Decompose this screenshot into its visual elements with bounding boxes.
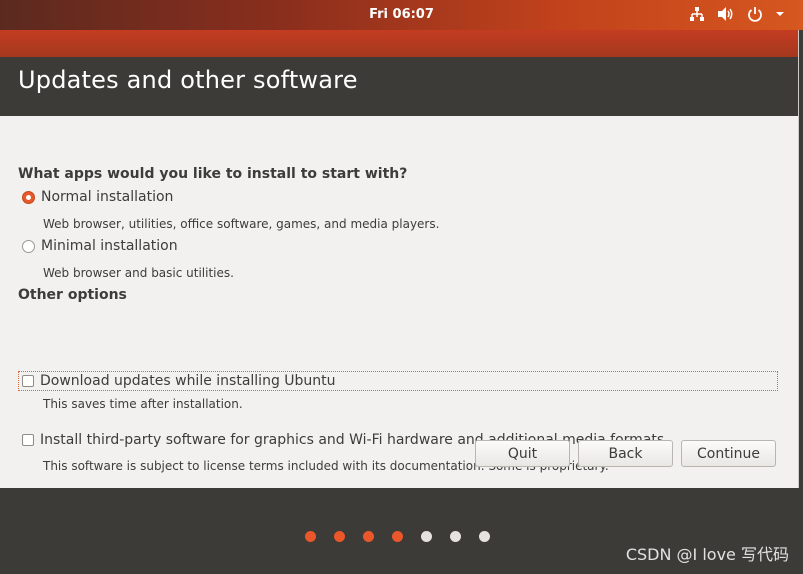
download-updates-checkbox[interactable] <box>22 375 34 387</box>
progress-indicator <box>305 531 490 542</box>
chevron-down-icon[interactable] <box>775 10 785 18</box>
volume-icon[interactable] <box>717 6 735 22</box>
minimal-installation-option[interactable]: Minimal installation <box>22 238 178 254</box>
network-icon[interactable] <box>689 6 705 22</box>
download-updates-option[interactable]: Download updates while installing Ubuntu <box>22 373 336 389</box>
quit-button[interactable]: Quit <box>475 440 570 467</box>
progress-dot <box>363 531 374 542</box>
watermark: CSDN @I love 写代码 <box>625 545 789 564</box>
progress-dot <box>392 531 403 542</box>
minimal-installation-radio[interactable] <box>22 239 35 253</box>
download-updates-label[interactable]: Download updates while installing Ubuntu <box>40 373 336 389</box>
download-updates-description: This saves time after installation. <box>43 397 243 411</box>
back-button[interactable]: Back <box>578 440 673 467</box>
progress-dot <box>305 531 316 542</box>
normal-installation-option[interactable]: Normal installation <box>22 189 173 205</box>
normal-installation-description: Web browser, utilities, office software,… <box>43 217 440 231</box>
minimal-installation-label[interactable]: Minimal installation <box>41 238 178 254</box>
top-panel: Fri 06:07 <box>0 0 803 30</box>
progress-dot <box>479 531 490 542</box>
third-party-checkbox[interactable] <box>22 434 34 446</box>
other-options-heading: Other options <box>18 287 127 303</box>
system-tray <box>689 6 785 22</box>
progress-dot <box>421 531 432 542</box>
clock[interactable]: Fri 06:07 <box>0 7 803 22</box>
progress-dot <box>450 531 461 542</box>
apps-question-heading: What apps would you like to install to s… <box>18 166 408 182</box>
installer-window: Updates and other software What apps wou… <box>0 30 799 488</box>
minimal-installation-description: Web browser and basic utilities. <box>43 266 234 280</box>
continue-button[interactable]: Continue <box>681 440 776 467</box>
button-bar: Quit Back Continue <box>475 440 776 467</box>
page-header: Updates and other software <box>0 57 798 116</box>
window-titlebar[interactable] <box>0 30 798 57</box>
normal-installation-label[interactable]: Normal installation <box>41 189 173 205</box>
progress-dot <box>334 531 345 542</box>
normal-installation-radio[interactable] <box>22 190 35 204</box>
page-title: Updates and other software <box>18 66 358 94</box>
power-icon[interactable] <box>747 6 763 22</box>
